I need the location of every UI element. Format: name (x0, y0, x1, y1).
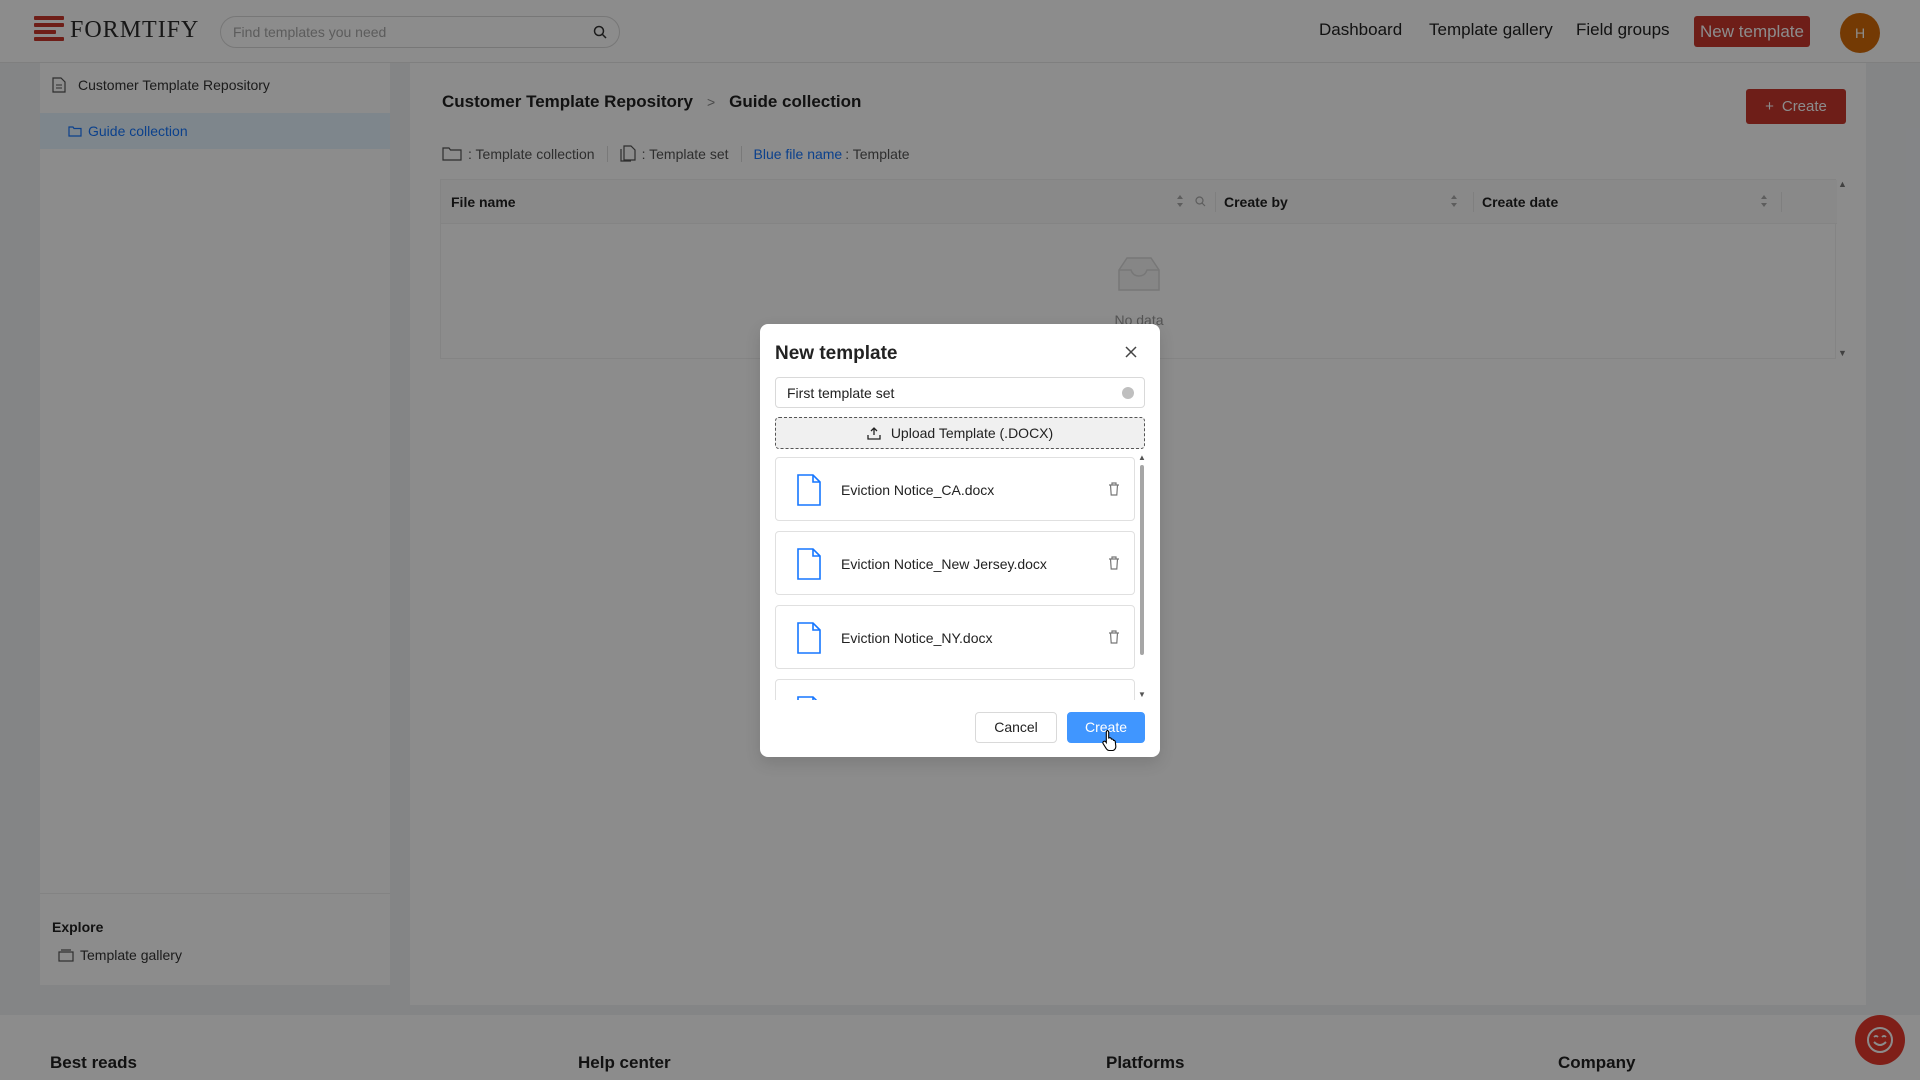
hand-pointer-icon (1102, 729, 1117, 751)
modal-title: New template (775, 343, 898, 364)
file-icon (797, 622, 821, 654)
scroll-down-arrow-icon[interactable]: ▼ (1138, 690, 1146, 699)
template-set-name-input[interactable] (776, 378, 1106, 407)
file-name: Eviction Notice_NY.docx (841, 630, 993, 646)
file-icon (797, 474, 821, 506)
template-set-name-field[interactable] (775, 377, 1145, 408)
file-name: Eviction Notice_New Jersey.docx (841, 556, 1047, 572)
file-icon (797, 548, 821, 580)
file-icon (797, 696, 818, 700)
upload-template-button[interactable]: Upload Template (.DOCX) (775, 417, 1145, 449)
file-name: Eviction Notice_CA.docx (841, 482, 995, 498)
scrollbar-thumb[interactable] (1140, 465, 1144, 655)
clear-icon[interactable] (1122, 387, 1134, 399)
list-item: Eviction Notice_NY.docx (775, 605, 1135, 669)
delete-icon[interactable] (1108, 630, 1120, 644)
list-item: Eviction Notice_CA.docx (775, 457, 1135, 521)
delete-icon[interactable] (1108, 482, 1120, 496)
list-item: Eviction Notice_New Jersey.docx (775, 531, 1135, 595)
upload-label: Upload Template (.DOCX) (890, 425, 1054, 441)
scroll-up-arrow-icon[interactable]: ▲ (1138, 453, 1146, 462)
upload-icon (867, 427, 881, 440)
uploaded-file-list[interactable]: Eviction Notice_CA.docx Eviction Notice_… (775, 457, 1141, 700)
new-template-modal: New template Upload Template (.DOCX) Evi… (760, 324, 1160, 757)
cancel-button[interactable]: Cancel (975, 712, 1057, 743)
file-list-scrollbar[interactable]: ▲ ▼ (1138, 453, 1146, 700)
list-item (775, 679, 1135, 700)
delete-icon[interactable] (1108, 556, 1120, 570)
close-icon[interactable] (1123, 344, 1139, 360)
